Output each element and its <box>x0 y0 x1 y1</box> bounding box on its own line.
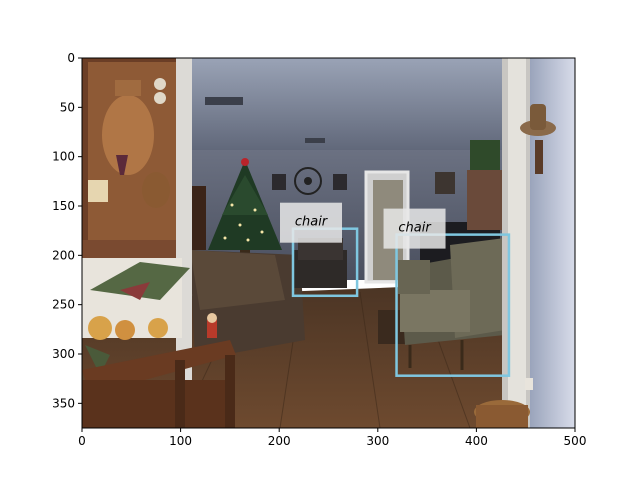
x-tick-label: 100 <box>169 434 192 448</box>
y-tick-label: 150 <box>52 199 75 213</box>
y-axis: 0 50 100 150 200 250 300 350 <box>52 51 82 410</box>
x-tick-label: 500 <box>564 434 587 448</box>
y-tick-label: 100 <box>52 150 75 164</box>
x-tick-label: 300 <box>366 434 389 448</box>
x-tick-label: 0 <box>78 434 86 448</box>
y-tick-label: 200 <box>52 248 75 262</box>
x-tick-label: 400 <box>465 434 488 448</box>
figure: 0 100 200 300 400 500 0 50 100 150 200 250 300 350 c… <box>52 51 586 448</box>
y-tick-label: 250 <box>52 298 75 312</box>
detection-label: chair <box>398 221 432 236</box>
x-axis: 0 100 200 300 400 500 <box>78 428 586 448</box>
y-tick-label: 300 <box>52 347 75 361</box>
y-tick-label: 50 <box>60 100 75 114</box>
y-tick-label: 350 <box>52 396 75 410</box>
detection-label: chair <box>295 215 329 230</box>
x-tick-label: 200 <box>268 434 291 448</box>
photo <box>82 58 575 428</box>
y-tick-label: 0 <box>67 51 75 65</box>
